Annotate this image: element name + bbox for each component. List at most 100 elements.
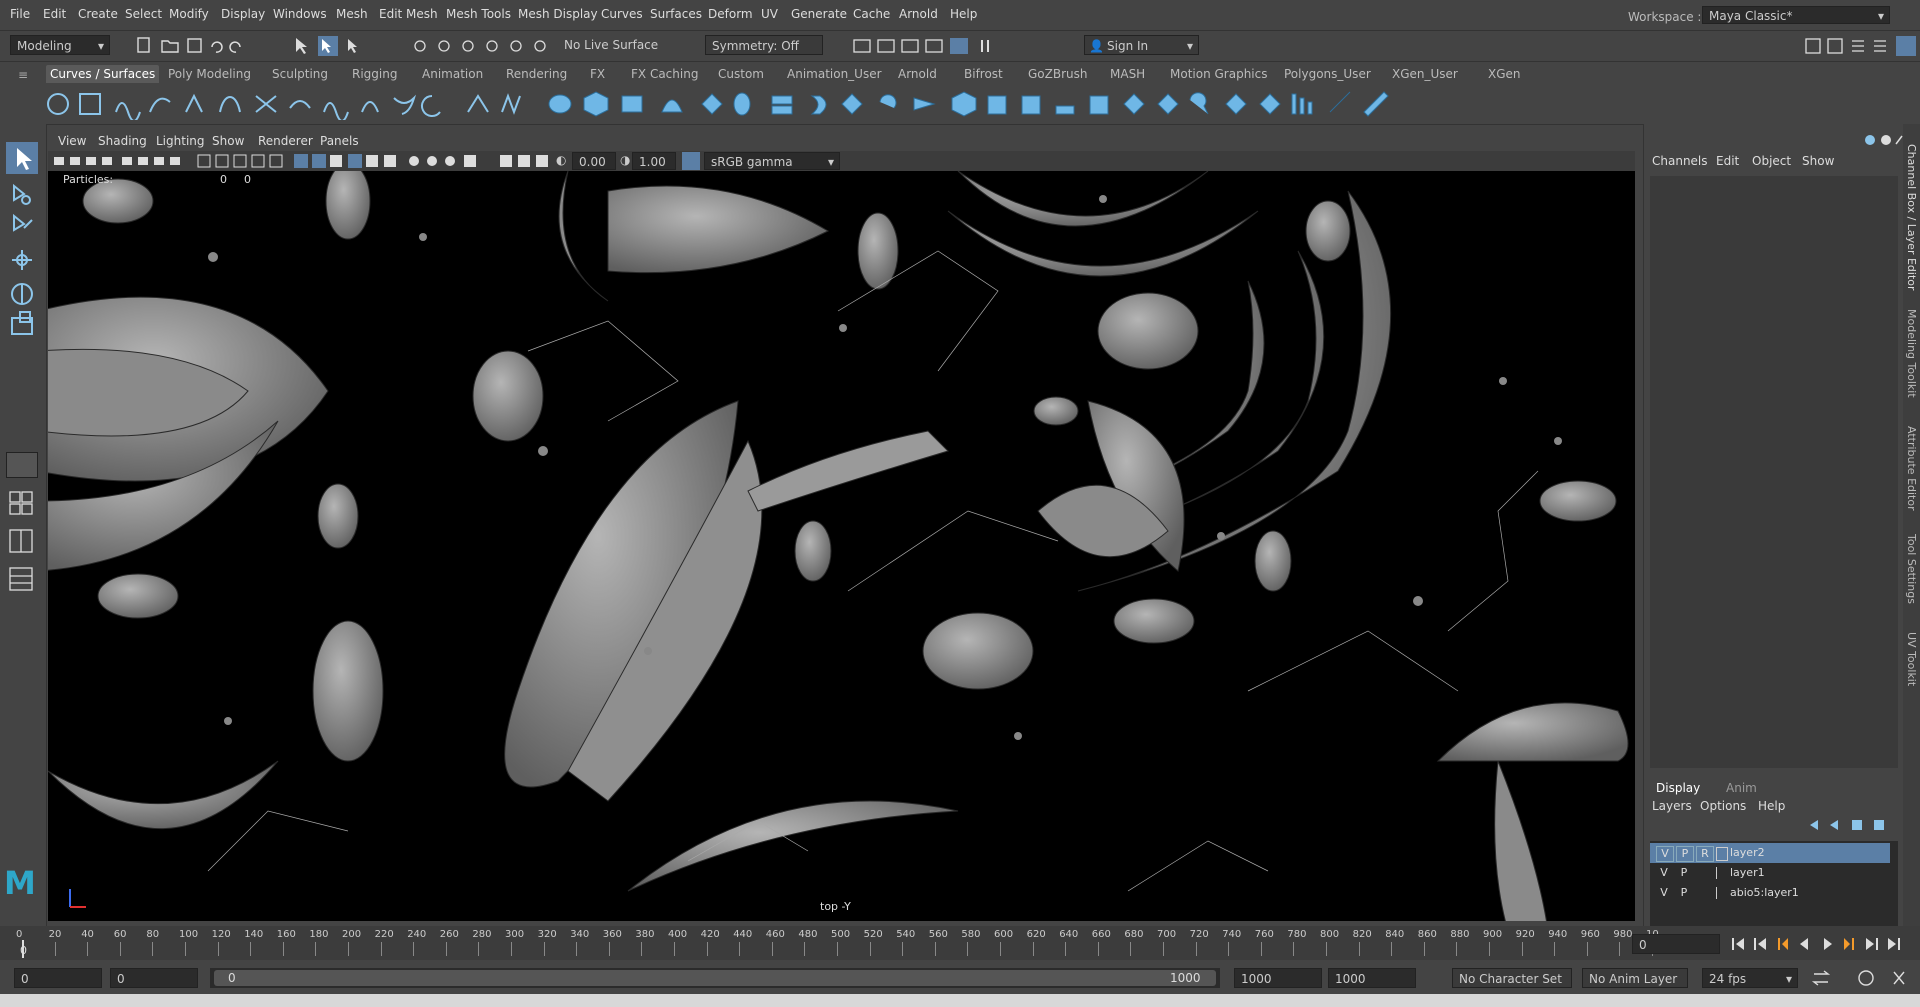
menu-create[interactable]: Create xyxy=(78,7,118,21)
panel-header-icons[interactable] xyxy=(1864,132,1904,148)
select-tool-button[interactable] xyxy=(6,142,38,174)
workspace-select[interactable]: Maya Classic* ▾ xyxy=(1702,6,1890,24)
viewport-menu-shading[interactable]: Shading xyxy=(98,134,147,148)
exposure-field[interactable]: 0.00 xyxy=(572,152,616,170)
menu-deform[interactable]: Deform xyxy=(708,7,753,21)
viewport-menu-renderer[interactable]: Renderer xyxy=(258,134,313,148)
render-buttons[interactable] xyxy=(850,35,1030,57)
character-set-dropdown[interactable]: No Character Set xyxy=(1452,968,1572,988)
shelf-tab-sculpting[interactable]: Sculpting xyxy=(268,65,332,83)
menu-edit-mesh[interactable]: Edit Mesh xyxy=(379,7,438,21)
viewport-menu-lighting[interactable]: Lighting xyxy=(156,134,205,148)
sign-in-button[interactable]: Sign In 👤 ▾ xyxy=(1084,35,1199,55)
shelf-tab-rendering[interactable]: Rendering xyxy=(502,65,571,83)
layer-color-swatch[interactable] xyxy=(1716,867,1727,879)
shelf-tab-xgen[interactable]: XGen xyxy=(1484,65,1525,83)
time-slider[interactable]: 0 20 40 60 80 100 120 140 160 180 200 220 240 260 280 3… xyxy=(0,926,1920,960)
range-extra-buttons[interactable] xyxy=(1810,968,1916,988)
layer-playback-toggle[interactable]: P xyxy=(1676,846,1694,862)
menu-uv[interactable]: UV xyxy=(761,7,778,21)
surface-tools[interactable] xyxy=(540,88,1420,120)
anim-layer-dropdown[interactable]: No Anim Layer xyxy=(1582,968,1688,988)
menu-generate[interactable]: Generate xyxy=(791,7,847,21)
viewport-menu-view[interactable]: View xyxy=(58,134,86,148)
layer-row[interactable]: V P R layer2 xyxy=(1650,843,1890,863)
color-management-toggle[interactable] xyxy=(682,152,700,170)
menu-cache[interactable]: Cache xyxy=(853,7,890,21)
layer-playback-toggle[interactable]: P xyxy=(1676,866,1692,880)
shelf-tab-rigging[interactable]: Rigging xyxy=(348,65,401,83)
current-frame-field[interactable]: 0 xyxy=(1632,934,1720,954)
side-tab-tool-settings[interactable]: Tool Settings xyxy=(1905,534,1918,604)
menu-mesh[interactable]: Mesh xyxy=(336,7,368,21)
live-surface-label[interactable]: No Live Surface xyxy=(564,38,658,52)
layer-row[interactable]: V P layer1 xyxy=(1650,863,1890,883)
shelf-tab-animation-user[interactable]: Animation_User xyxy=(783,65,886,83)
menu-display[interactable]: Display xyxy=(221,7,265,21)
side-tab-attribute-editor[interactable]: Attribute Editor xyxy=(1905,426,1918,511)
scene-end-field[interactable]: 1000 xyxy=(1328,968,1416,988)
fps-dropdown[interactable]: 24 fps ▾ xyxy=(1702,968,1798,988)
gamma-field[interactable]: 1.00 xyxy=(632,152,676,170)
menu-file[interactable]: File xyxy=(10,7,30,21)
tab-display[interactable]: Display xyxy=(1656,781,1700,795)
tab-anim[interactable]: Anim xyxy=(1726,781,1757,795)
layer-playback-toggle[interactable]: P xyxy=(1676,886,1692,900)
view-transform-dropdown[interactable]: sRGB gamma ▾ xyxy=(704,152,840,170)
menu-edit[interactable]: Edit xyxy=(43,7,66,21)
layout-buttons[interactable] xyxy=(6,488,38,608)
side-tab-uv-toolkit[interactable]: UV Toolkit xyxy=(1905,632,1918,686)
layer-buttons[interactable] xyxy=(1804,816,1900,834)
shelf-tab-xgen-user[interactable]: XGen_User xyxy=(1388,65,1462,83)
transform-tools[interactable] xyxy=(6,178,38,338)
menu-select[interactable]: Select xyxy=(125,7,162,21)
layers-menu[interactable]: Layers xyxy=(1652,799,1692,813)
range-slider-handle[interactable] xyxy=(214,970,1216,986)
menu-mesh-display[interactable]: Mesh Display xyxy=(518,7,598,21)
layer-help-menu[interactable]: Help xyxy=(1758,799,1785,813)
viewport-top[interactable]: Particles: 0 0 top -Y xyxy=(48,171,1635,921)
shelf-tab-poly-modeling[interactable]: Poly Modeling xyxy=(164,65,255,83)
file-buttons[interactable] xyxy=(120,35,260,57)
options-menu[interactable]: Options xyxy=(1700,799,1746,813)
layer-row[interactable]: V P abio5:layer1 xyxy=(1650,883,1890,903)
viewport-menu-panels[interactable]: Panels xyxy=(320,134,359,148)
snap-buttons[interactable] xyxy=(410,35,560,57)
layer-color-swatch[interactable] xyxy=(1716,887,1727,899)
shelf-tab-bifrost[interactable]: Bifrost xyxy=(960,65,1007,83)
playback-start-field[interactable]: 0 xyxy=(110,968,198,988)
shelf-tab-motion-graphics[interactable]: Motion Graphics xyxy=(1166,65,1272,83)
panel-toggle-buttons[interactable] xyxy=(1800,35,1918,57)
channels-menu[interactable]: Channels xyxy=(1652,154,1708,168)
menu-modify[interactable]: Modify xyxy=(169,7,209,21)
shelf-tab-animation[interactable]: Animation xyxy=(418,65,487,83)
shelf-tab-fx[interactable]: FX xyxy=(586,65,609,83)
viewport-menu-show[interactable]: Show xyxy=(212,134,244,148)
channel-box-area[interactable] xyxy=(1650,176,1898,768)
shelf-tab-gozbrush[interactable]: GoZBrush xyxy=(1024,65,1092,83)
symmetry-dropdown[interactable]: Symmetry: Off xyxy=(705,35,823,55)
side-tab-modeling-toolkit[interactable]: Modeling Toolkit xyxy=(1905,309,1918,398)
layer-visibility-toggle[interactable]: V xyxy=(1656,866,1672,880)
shelf-menu-icon[interactable]: ≡ xyxy=(18,68,28,82)
channel-show-menu[interactable]: Show xyxy=(1802,154,1834,168)
shelf-tab-polygons-user[interactable]: Polygons_User xyxy=(1280,65,1375,83)
playback-controls[interactable] xyxy=(1726,934,1916,954)
layer-visibility-toggle[interactable]: V xyxy=(1656,886,1672,900)
curve-tools[interactable] xyxy=(40,88,540,120)
menu-set-dropdown[interactable]: Modeling ▾ xyxy=(10,35,110,55)
selection-mask-buttons[interactable] xyxy=(290,35,380,57)
layer-color-swatch[interactable] xyxy=(1716,847,1728,861)
shelf-tab-curves-surfaces[interactable]: Curves / Surfaces xyxy=(46,65,160,83)
layer-render-toggle[interactable]: R xyxy=(1696,846,1714,862)
menu-windows[interactable]: Windows xyxy=(273,7,327,21)
menu-help[interactable]: Help xyxy=(950,7,977,21)
menu-arnold[interactable]: Arnold xyxy=(899,7,938,21)
menu-surfaces[interactable]: Surfaces xyxy=(650,7,702,21)
layer-visibility-toggle[interactable]: V xyxy=(1656,846,1674,862)
channel-object-menu[interactable]: Object xyxy=(1752,154,1791,168)
shelf-tab-fx-caching[interactable]: FX Caching xyxy=(627,65,702,83)
single-perspective-layout-button[interactable] xyxy=(6,452,38,478)
side-tab-channel-box[interactable]: Channel Box / Layer Editor xyxy=(1905,144,1918,291)
menu-curves[interactable]: Curves xyxy=(601,7,643,21)
